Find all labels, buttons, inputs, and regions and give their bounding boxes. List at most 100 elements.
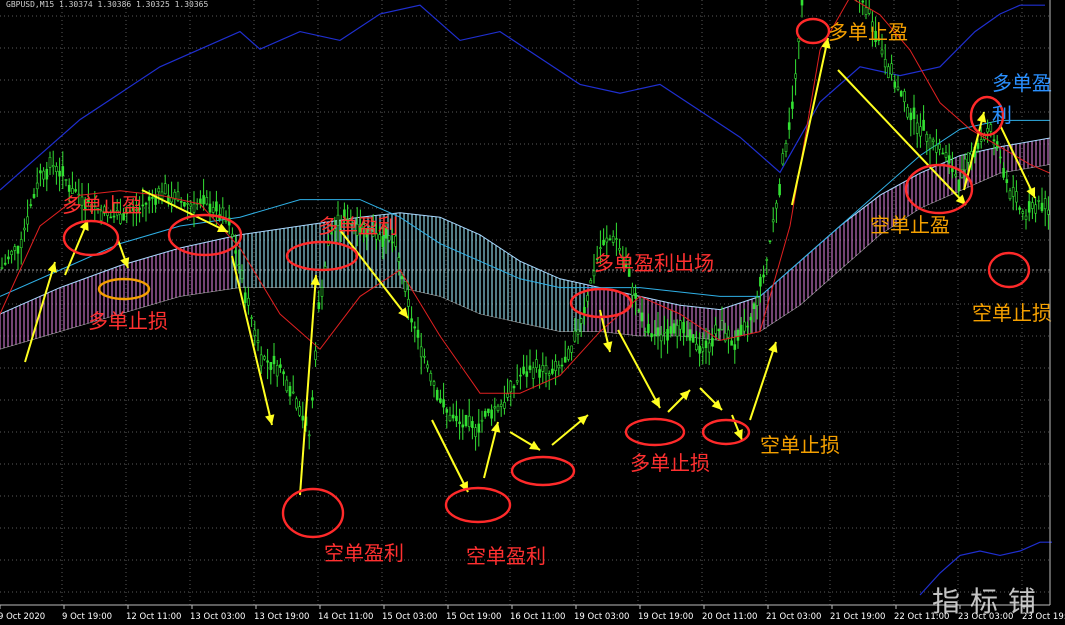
x-tick-label: 20 Oct 11:00: [702, 612, 757, 622]
candle-body: [768, 240, 772, 242]
candle-body: [899, 91, 903, 97]
x-tick-label: 9 Oct 19:00: [62, 612, 112, 622]
candle-body: [51, 165, 55, 168]
candle-body: [944, 152, 948, 158]
candle-body: [896, 86, 900, 90]
candle-body: [893, 81, 897, 88]
candle-body: [691, 334, 695, 343]
candle-body: [519, 374, 522, 377]
candle-body: [727, 329, 730, 338]
candle-body: [67, 184, 71, 192]
candle-body: [551, 368, 554, 374]
candle-body: [762, 274, 765, 278]
candle-body: [663, 331, 666, 334]
candle-body: [215, 201, 218, 212]
candle-body: [391, 241, 394, 244]
candle-body: [1024, 215, 1028, 220]
candle-body: [573, 330, 577, 342]
candle-body: [74, 189, 77, 192]
candle-body: [925, 133, 929, 142]
candle-body: [208, 203, 212, 213]
candle-body: [250, 317, 253, 319]
arrow-head: [976, 112, 987, 123]
annotation-label: 空单止损: [760, 433, 840, 457]
candle-body: [656, 327, 660, 336]
candle-body: [557, 364, 561, 369]
candle-body: [314, 350, 317, 360]
candle-body: [256, 340, 260, 343]
candle-body: [48, 157, 52, 168]
candle-body: [707, 342, 711, 353]
candle-body: [688, 329, 692, 341]
candle-body: [653, 334, 657, 336]
candle-body: [749, 316, 753, 321]
candle-body: [451, 414, 455, 419]
x-tick-label: 21 Oct 19:00: [830, 612, 885, 622]
candle-body: [957, 179, 961, 191]
arrow-shaft: [299, 274, 317, 496]
candle-body: [237, 264, 241, 267]
candle-body: [979, 139, 983, 142]
candle-body: [701, 347, 705, 352]
candle-body: [791, 101, 794, 109]
candle-body: [231, 233, 234, 237]
price-chart[interactable]: 多单止盈多单止损多单盈利空单盈利 空单盈利多单盈利出场多单止损空单止损多单止盈多单…: [0, 0, 1065, 625]
candle-body: [800, 0, 804, 6]
candle-body: [992, 139, 996, 142]
candle-body: [906, 107, 909, 118]
candle-body: [922, 119, 925, 131]
candle-body: [455, 415, 458, 422]
candle-body: [941, 152, 945, 155]
candle-body: [234, 250, 237, 254]
arrow-shaft: [749, 341, 777, 421]
candle-body: [1043, 198, 1047, 210]
candle-body: [647, 323, 650, 333]
candle-body: [954, 173, 957, 177]
candle-body: [794, 73, 797, 79]
candle-body: [605, 237, 609, 243]
candle-body: [320, 287, 324, 297]
candle-body: [64, 179, 68, 181]
annotation-label: 多单盈利出场: [594, 251, 714, 275]
candle-body: [563, 356, 567, 363]
candle-body: [0, 267, 4, 269]
candle-body: [298, 406, 301, 416]
candle-body: [736, 329, 740, 341]
candle-body: [928, 137, 932, 149]
candle-body: [695, 343, 698, 351]
candle-body: [435, 389, 439, 400]
candle-body: [490, 409, 493, 419]
candle-body: [547, 373, 551, 376]
candle-body: [1002, 167, 1005, 178]
candle-body: [199, 198, 202, 205]
candle-body: [26, 216, 29, 225]
candle-body: [967, 152, 970, 163]
candle-body: [432, 381, 436, 386]
candle-body: [634, 293, 637, 299]
candle-body: [643, 331, 647, 333]
signal-circle: [624, 417, 686, 447]
candle-body: [109, 216, 113, 219]
candle-body: [10, 250, 13, 255]
candle-body: [3, 262, 7, 265]
candle-body: [397, 257, 401, 262]
candle-body: [583, 307, 586, 314]
candle-body: [679, 320, 682, 330]
candle-body: [538, 369, 541, 378]
candle-body: [765, 259, 769, 261]
candle-body: [45, 168, 49, 180]
candle-body: [512, 385, 516, 389]
candle-body: [586, 294, 589, 302]
candle-body: [1015, 191, 1018, 203]
candle-body: [275, 365, 279, 377]
candle-body: [887, 66, 890, 78]
candle-body: [963, 158, 967, 171]
candle-body: [29, 204, 33, 206]
candle-body: [915, 122, 919, 134]
candle-body: [935, 145, 938, 153]
arrow-head: [490, 422, 501, 433]
candle-body: [1018, 207, 1021, 210]
candle-body: [205, 197, 209, 205]
candle-body: [426, 364, 429, 369]
annotation-label: 空单止盈: [870, 213, 950, 237]
